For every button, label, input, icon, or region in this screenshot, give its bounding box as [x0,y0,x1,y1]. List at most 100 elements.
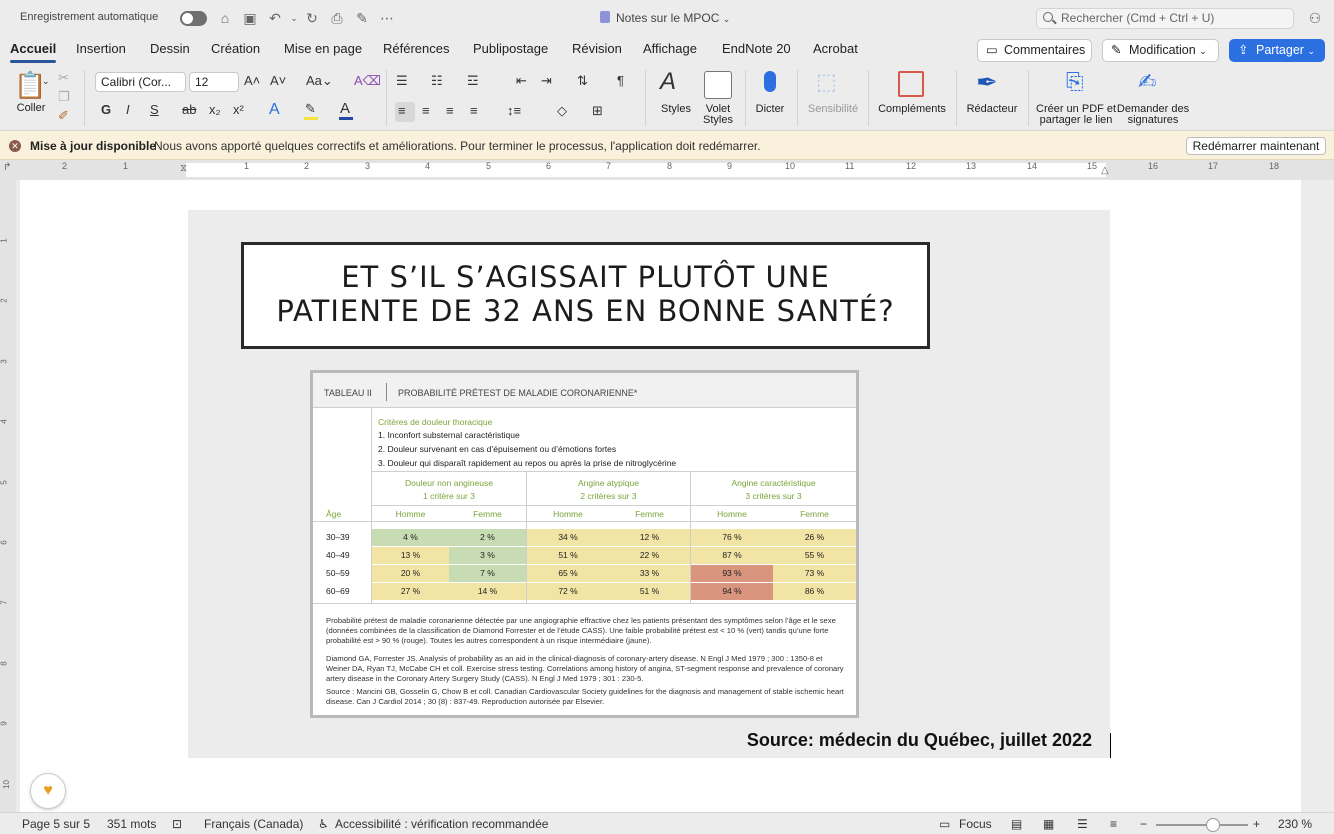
focus-icon[interactable]: ▭ [939,817,950,831]
borders-icon[interactable]: ⊞ [592,103,603,119]
undo-dropdown-icon[interactable]: ⌄ [285,9,303,27]
tab-insertion[interactable]: Insertion [76,41,126,56]
tab-stop-icon[interactable]: ↱ [3,162,11,173]
text-effects-icon[interactable]: A [269,101,280,119]
addins-icon[interactable] [898,71,924,97]
draft-view-icon[interactable]: ≡ [1110,817,1117,831]
more-icon[interactable]: ⋯ [378,9,396,27]
ruler-number: 4 [0,419,9,424]
tab-dessin[interactable]: Dessin [150,41,190,56]
right-indent-marker-icon[interactable]: △ [1101,165,1109,176]
numbering-icon[interactable]: ☷ [431,73,443,89]
signature-icon[interactable]: ✍ [1138,69,1156,95]
undo-icon[interactable]: ↶ [266,9,284,27]
tab-affichage[interactable]: Affichage [643,41,697,56]
zoom-slider[interactable] [1156,824,1248,826]
multilevel-list-icon[interactable]: ☲ [467,73,479,89]
probability-cell: 26 % [773,529,856,546]
tab-endnote[interactable]: EndNote 20 [722,41,791,56]
ruler-number: 2 [62,161,68,171]
grow-font-icon[interactable]: A˄ [244,73,260,88]
bold-button[interactable]: G [101,102,111,117]
comments-button[interactable]: ▭ Commentaires [977,39,1092,62]
zoom-slider-thumb[interactable] [1206,818,1220,832]
search-input[interactable]: Rechercher (Cmd + Ctrl + U) [1036,8,1294,29]
tab-mise-en-page[interactable]: Mise en page [284,41,362,56]
indent-marker-icon[interactable]: ⧖ [180,163,187,174]
microphone-icon[interactable] [764,71,776,92]
styles-icon[interactable]: A [660,68,676,96]
print-layout-icon[interactable]: ▤ [1011,817,1022,831]
vertical-ruler[interactable] [0,180,16,812]
word-count[interactable]: 351 mots [107,817,156,831]
restart-now-button[interactable]: Redémarrer maintenant [1186,137,1326,155]
italic-button[interactable]: I [126,102,130,117]
pdf-icon[interactable]: ⎘ [1066,69,1084,95]
ruler-number: 10 [785,161,796,171]
styles-pane-icon[interactable] [704,71,732,99]
tab-accueil[interactable]: Accueil [10,41,57,63]
copy-icon[interactable]: ❐ [58,89,70,105]
proofing-icon[interactable]: ⊡ [172,817,182,831]
group-sub: 1 critère sur 3 [423,491,475,501]
underline-button[interactable]: S [150,102,159,117]
bullets-icon[interactable]: ☰ [396,73,408,89]
accessibility-icon[interactable]: ♿ [318,817,329,831]
sensitivity-icon[interactable]: ⬚ [816,69,837,95]
page-count[interactable]: Page 5 sur 5 [22,817,90,831]
tab-references[interactable]: Références [383,41,449,56]
tab-creation[interactable]: Création [211,41,260,56]
accessibility-status[interactable]: Accessibilité : vérification recommandée [335,817,548,831]
chevron-down-icon: ⌄ [1307,46,1315,56]
font-color-icon[interactable]: A [340,100,350,117]
redo-icon[interactable]: ↻ [303,9,321,27]
line-spacing-icon[interactable]: ↕≡ [507,103,521,118]
format-painter-icon[interactable]: ✐ [58,108,69,124]
shrink-font-icon[interactable]: A˅ [270,73,286,88]
zoom-level[interactable]: 230 % [1278,817,1312,831]
align-left-icon[interactable]: ≡ [398,103,406,118]
decrease-indent-icon[interactable]: ⇤ [516,73,527,89]
help-heart-icon[interactable]: ♥ [30,773,66,809]
zoom-in-icon[interactable]: + [1253,817,1260,831]
editor-icon[interactable]: ✒ [976,67,998,98]
subscript-icon[interactable]: x₂ [209,102,221,117]
change-case-icon[interactable]: Aa⌄ [306,73,333,89]
share-button[interactable]: ⇪ Partager ⌄ [1229,39,1325,62]
editing-mode-button[interactable]: ✎ Modification ⌄ [1102,39,1219,62]
form-icon[interactable]: ✎ [353,9,371,27]
superscript-icon[interactable]: x² [233,102,244,117]
save-icon[interactable]: ▣ [241,9,259,27]
shading-icon[interactable]: ◇ [557,103,567,119]
align-center-icon[interactable]: ≡ [422,103,430,118]
autosave-toggle[interactable] [180,11,207,26]
sex-header: Femme [473,509,502,519]
focus-label[interactable]: Focus [959,817,992,831]
tab-revision[interactable]: Révision [572,41,622,56]
outline-view-icon[interactable]: ☰ [1077,817,1088,831]
comment-icon: ▭ [986,43,998,57]
document-title[interactable]: Notes sur le MPOC ⌄ [600,11,730,25]
language[interactable]: Français (Canada) [204,817,303,831]
highlight-icon[interactable]: ✎ [305,101,316,117]
paste-dropdown-icon[interactable]: ⌄ [42,76,50,87]
close-icon[interactable]: ✕ [9,140,21,152]
zoom-out-icon[interactable]: − [1140,817,1147,831]
justify-icon[interactable]: ≡ [470,103,478,118]
font-size-select[interactable]: 12 [189,72,239,92]
clear-formatting-icon[interactable]: A⌫ [354,73,381,89]
slide-headline: ET S’IL S’AGISSAIT PLUTÔT UNE PATIENTE D… [241,242,930,349]
align-right-icon[interactable]: ≡ [446,103,454,118]
show-marks-icon[interactable]: ¶ [617,73,624,88]
sort-icon[interactable]: ⇅ [577,73,588,89]
font-name-select[interactable]: Calibri (Cor... [95,72,186,92]
tab-acrobat[interactable]: Acrobat [813,41,858,56]
cut-icon[interactable]: ✂ [58,70,69,86]
strikethrough-icon[interactable]: ab [182,102,196,117]
print-icon[interactable]: ⎙ [328,9,346,27]
increase-indent-icon[interactable]: ⇥ [541,73,552,89]
share-people-icon[interactable]: ⚇ [1306,9,1324,27]
tab-publipostage[interactable]: Publipostage [473,41,548,56]
web-layout-icon[interactable]: ▦ [1043,817,1054,831]
home-icon[interactable]: ⌂ [216,9,234,27]
